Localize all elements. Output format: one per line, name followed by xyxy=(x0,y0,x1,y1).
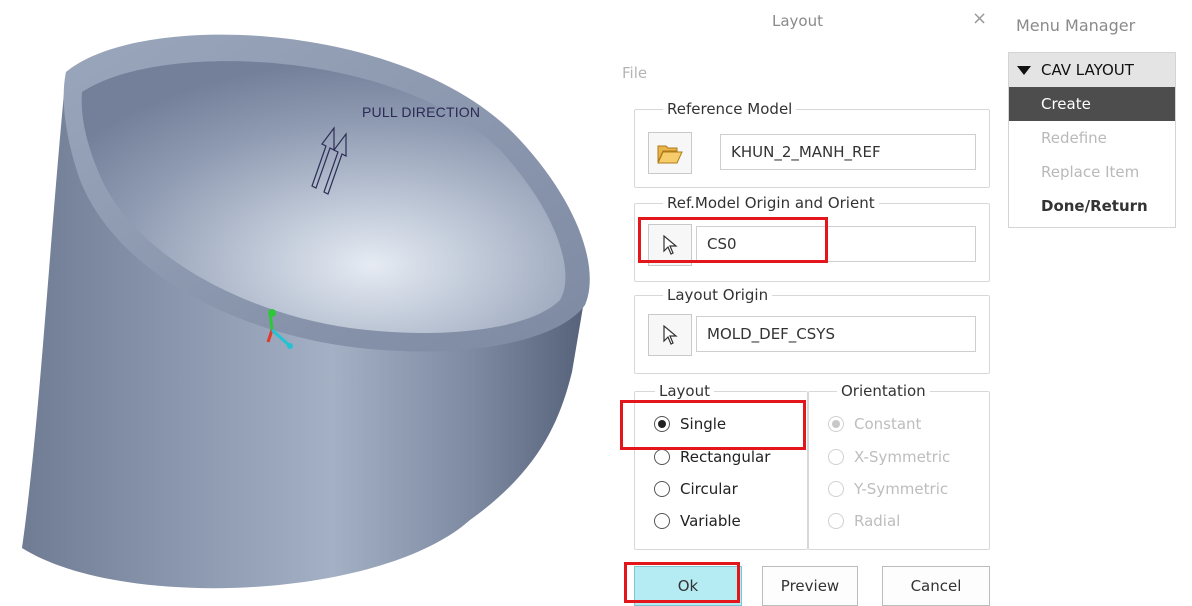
reference-model-field[interactable]: KHUN_2_MANH_REF xyxy=(720,134,976,170)
select-ref-origin-button[interactable] xyxy=(648,224,692,266)
radio-button xyxy=(828,416,844,432)
model-viewport[interactable]: PULL DIRECTION xyxy=(0,0,612,603)
layout-dialog: Layout × File Reference Model KHUN_2_MAN… xyxy=(612,0,1002,606)
open-reference-model-button[interactable] xyxy=(648,132,692,174)
cursor-select-icon xyxy=(663,235,678,255)
radio-button[interactable] xyxy=(654,416,670,432)
radio-label: Y-Symmetric xyxy=(854,480,949,498)
folder-open-icon xyxy=(657,145,683,164)
layout-origin-field[interactable]: MOLD_DEF_CSYS xyxy=(696,316,976,352)
select-layout-origin-button[interactable] xyxy=(648,314,692,356)
radio-button xyxy=(828,481,844,497)
menu-item-done-return[interactable]: Done/Return xyxy=(1009,189,1175,223)
menu-manager-panel: CAV LAYOUT Create Redefine Replace Item … xyxy=(1008,52,1176,228)
preview-button[interactable]: Preview xyxy=(762,566,858,606)
radio-label: Variable xyxy=(680,512,741,530)
triangle-down-icon xyxy=(1017,65,1031,75)
menu-manager: Menu Manager CAV LAYOUT Create Redefine … xyxy=(1008,0,1192,603)
ref-origin-field[interactable]: CS0 xyxy=(696,226,976,262)
layout-origin-legend: Layout Origin xyxy=(667,286,769,304)
radio-label: Constant xyxy=(854,415,922,433)
radio-button[interactable] xyxy=(654,449,670,465)
dialog-title: Layout xyxy=(772,12,823,30)
reference-model-legend: Reference Model xyxy=(667,100,793,118)
close-icon[interactable]: × xyxy=(972,8,987,29)
radio-button xyxy=(828,449,844,465)
orientation-legend: Orientation xyxy=(841,382,926,400)
radio-button xyxy=(828,513,844,529)
radio-label: Circular xyxy=(680,480,738,498)
cursor-select-icon xyxy=(663,325,678,345)
pull-direction-label: PULL DIRECTION xyxy=(362,104,481,120)
menu-file[interactable]: File xyxy=(622,64,647,82)
radio-label: X-Symmetric xyxy=(854,448,951,466)
radio-x-symmetric: X-Symmetric xyxy=(828,446,950,468)
menu-item-redefine: Redefine xyxy=(1041,129,1107,147)
menu-item-create[interactable]: Create xyxy=(1009,87,1175,121)
ref-origin-legend: Ref.Model Origin and Orient xyxy=(667,194,875,212)
radio-button[interactable] xyxy=(654,513,670,529)
radio-label: Rectangular xyxy=(680,448,771,466)
radio-y-symmetric: Y-Symmetric xyxy=(828,478,948,500)
menu-section-header[interactable]: CAV LAYOUT xyxy=(1009,53,1175,87)
menu-manager-title: Menu Manager xyxy=(1016,16,1136,35)
radio-button[interactable] xyxy=(654,481,670,497)
radio-label: Single xyxy=(680,415,727,433)
radio-variable[interactable]: Variable xyxy=(654,510,741,532)
ok-button[interactable]: Ok xyxy=(634,566,742,606)
menu-item-replace-item: Replace Item xyxy=(1041,163,1140,181)
layout-type-legend: Layout xyxy=(659,382,710,400)
radio-constant: Constant xyxy=(828,413,921,435)
radio-circular[interactable]: Circular xyxy=(654,478,738,500)
radio-label: Radial xyxy=(854,512,901,530)
radio-rectangular[interactable]: Rectangular xyxy=(654,446,770,468)
radio-radial: Radial xyxy=(828,510,900,532)
cup-model-render xyxy=(22,34,590,589)
radio-single[interactable]: Single xyxy=(654,413,726,435)
menu-section-label: CAV LAYOUT xyxy=(1041,61,1134,79)
cancel-button[interactable]: Cancel xyxy=(882,566,990,606)
